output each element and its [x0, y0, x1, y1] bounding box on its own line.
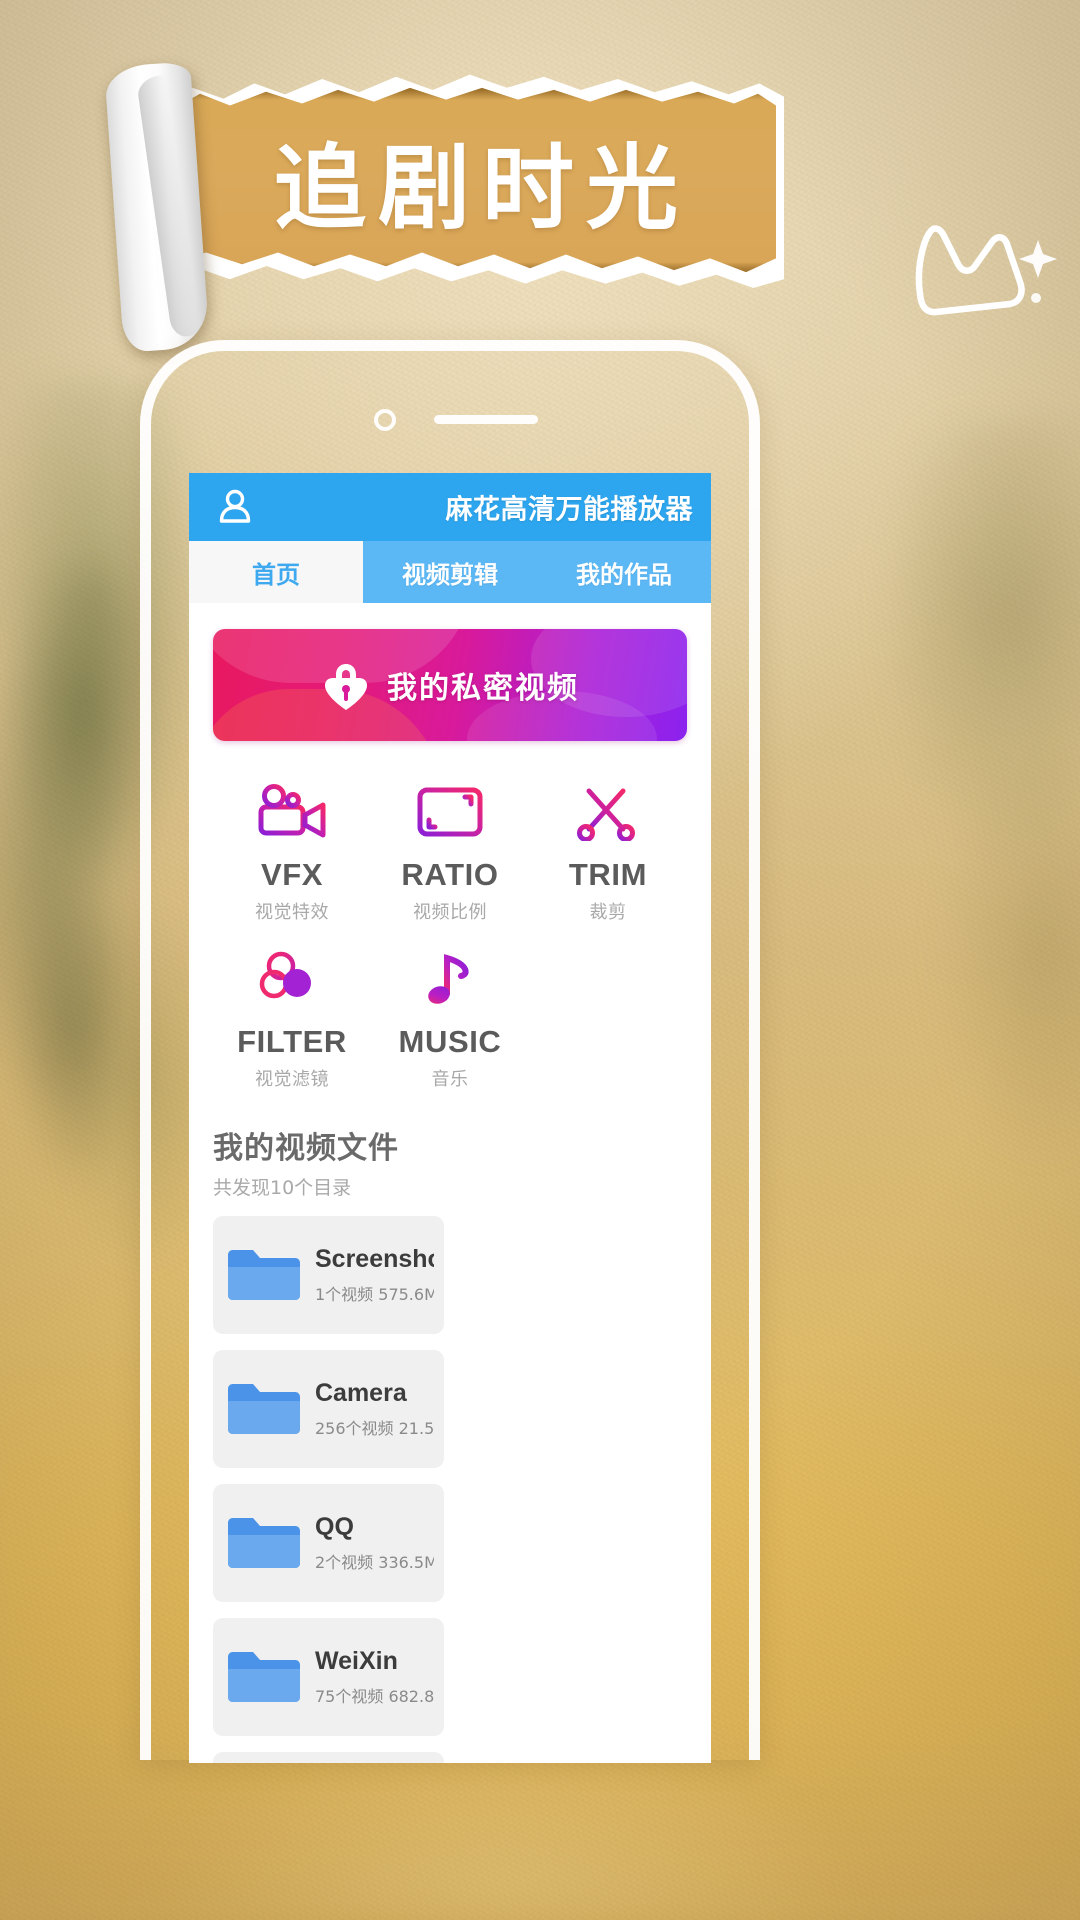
folder-card-camera[interactable]: Camera 256个视频 21.5GB	[213, 1350, 444, 1468]
folder-icon	[228, 1250, 300, 1300]
crown-doodle-icon	[915, 225, 1057, 316]
tab-video-edit[interactable]: 视频剪辑	[363, 541, 537, 603]
video-files-subtitle: 共发现10个目录	[213, 1177, 352, 1199]
folder-card-screenshots[interactable]: Screenshots 1个视频 575.6MB	[213, 1216, 444, 1334]
folder-name: Camera	[315, 1379, 407, 1407]
folder-meta: 1个视频 575.6MB	[315, 1285, 434, 1304]
feature-trim[interactable]: TRIM 裁剪	[529, 767, 687, 934]
folder-text: QQ 2个视频 336.5MB	[315, 1513, 434, 1573]
feature-ratio[interactable]: RATIO 视频比例	[371, 767, 529, 934]
earpiece-speaker-icon	[434, 415, 538, 424]
feature-row-2: FILTER 视觉滤镜 MUSIC 音乐	[213, 934, 687, 1101]
folder-icon	[228, 1384, 300, 1434]
folder-card-qq[interactable]: QQ 2个视频 336.5MB	[213, 1484, 444, 1602]
feature-ratio-sub: 视频比例	[412, 902, 487, 923]
music-note-icon	[413, 948, 487, 1010]
feature-grid: VFX 视觉特效 RATIO 视频比例 TRIM 裁剪 FILTER 视觉滤镜 …	[213, 767, 687, 1101]
tab-home[interactable]: 首页	[189, 541, 363, 603]
feature-filter[interactable]: FILTER 视觉滤镜	[213, 934, 371, 1101]
private-video-label: 我的私密视频	[387, 671, 579, 706]
folder-icon	[228, 1652, 300, 1702]
front-camera-icon	[374, 409, 396, 431]
feature-trim-sub: 裁剪	[589, 902, 627, 923]
folder-meta: 75个视频 682.8MB	[315, 1687, 434, 1706]
video-files-section: 我的视频文件 共发现10个目录 Screenshots 1个视频 575.6MB	[213, 1123, 687, 1763]
feature-row-1: VFX 视觉特效 RATIO 视频比例 TRIM 裁剪	[213, 767, 687, 934]
feature-vfx-name: VFX	[260, 857, 324, 892]
video-files-title: 我的视频文件	[213, 1131, 399, 1166]
banner-title: 追剧时光	[273, 134, 690, 242]
feature-filter-name: FILTER	[237, 1024, 347, 1059]
feature-music-sub: 音乐	[431, 1069, 469, 1090]
folder-meta: 256个视频 21.5GB	[315, 1419, 434, 1438]
feature-music-name: MUSIC	[398, 1024, 502, 1059]
folder-name: QQ	[315, 1513, 354, 1541]
phone-mockup: 麻花高清万能播放器 首页 视频剪辑 我的作品 我的私密视频 VFX 视觉特效 R…	[140, 340, 760, 1763]
user-avatar-icon[interactable]	[213, 485, 257, 529]
private-video-banner[interactable]: 我的私密视频	[213, 629, 687, 741]
feature-vfx-sub: 视觉特效	[254, 902, 329, 923]
folder-text: Screenshots 1个视频 575.6MB	[315, 1245, 434, 1305]
app-title: 麻花高清万能播放器	[445, 494, 693, 526]
app-header: 麻花高清万能播放器	[189, 473, 711, 541]
video-camera-icon	[255, 781, 329, 843]
feature-trim-name: TRIM	[568, 857, 648, 892]
tab-my-works[interactable]: 我的作品	[537, 541, 711, 603]
tab-bar: 首页 视频剪辑 我的作品	[189, 541, 711, 603]
torn-paper-banner: 追剧时光	[96, 61, 784, 362]
feature-empty-slot	[529, 934, 687, 1101]
feature-ratio-name: RATIO	[401, 857, 499, 892]
folder-text: WeiXin 75个视频 682.8MB	[315, 1647, 434, 1707]
feature-vfx[interactable]: VFX 视觉特效	[213, 767, 371, 934]
feature-filter-sub: 视觉滤镜	[254, 1069, 329, 1090]
scissors-icon	[571, 781, 645, 843]
app-screen: 麻花高清万能播放器 首页 视频剪辑 我的作品 我的私密视频 VFX 视觉特效 R…	[189, 473, 711, 1763]
folder-meta: 2个视频 336.5MB	[315, 1553, 434, 1572]
app-content: 我的私密视频 VFX 视觉特效 RATIO 视频比例 TRIM 裁剪 FILTE…	[189, 629, 711, 1763]
folder-icon	[228, 1518, 300, 1568]
folder-card-weixin[interactable]: WeiXin 75个视频 682.8MB	[213, 1618, 444, 1736]
folder-card-partial-left[interactable]	[213, 1752, 444, 1763]
folder-name: Screenshots	[315, 1245, 434, 1273]
folder-grid: Screenshots 1个视频 575.6MB Camera 256个视频 2…	[213, 1216, 687, 1763]
crop-frame-icon	[413, 781, 487, 843]
heart-lock-icon	[325, 664, 367, 710]
feature-music[interactable]: MUSIC 音乐	[371, 934, 529, 1101]
folder-text: Camera 256个视频 21.5GB	[315, 1379, 434, 1439]
folder-name: WeiXin	[315, 1647, 398, 1675]
color-circles-icon	[255, 948, 329, 1010]
